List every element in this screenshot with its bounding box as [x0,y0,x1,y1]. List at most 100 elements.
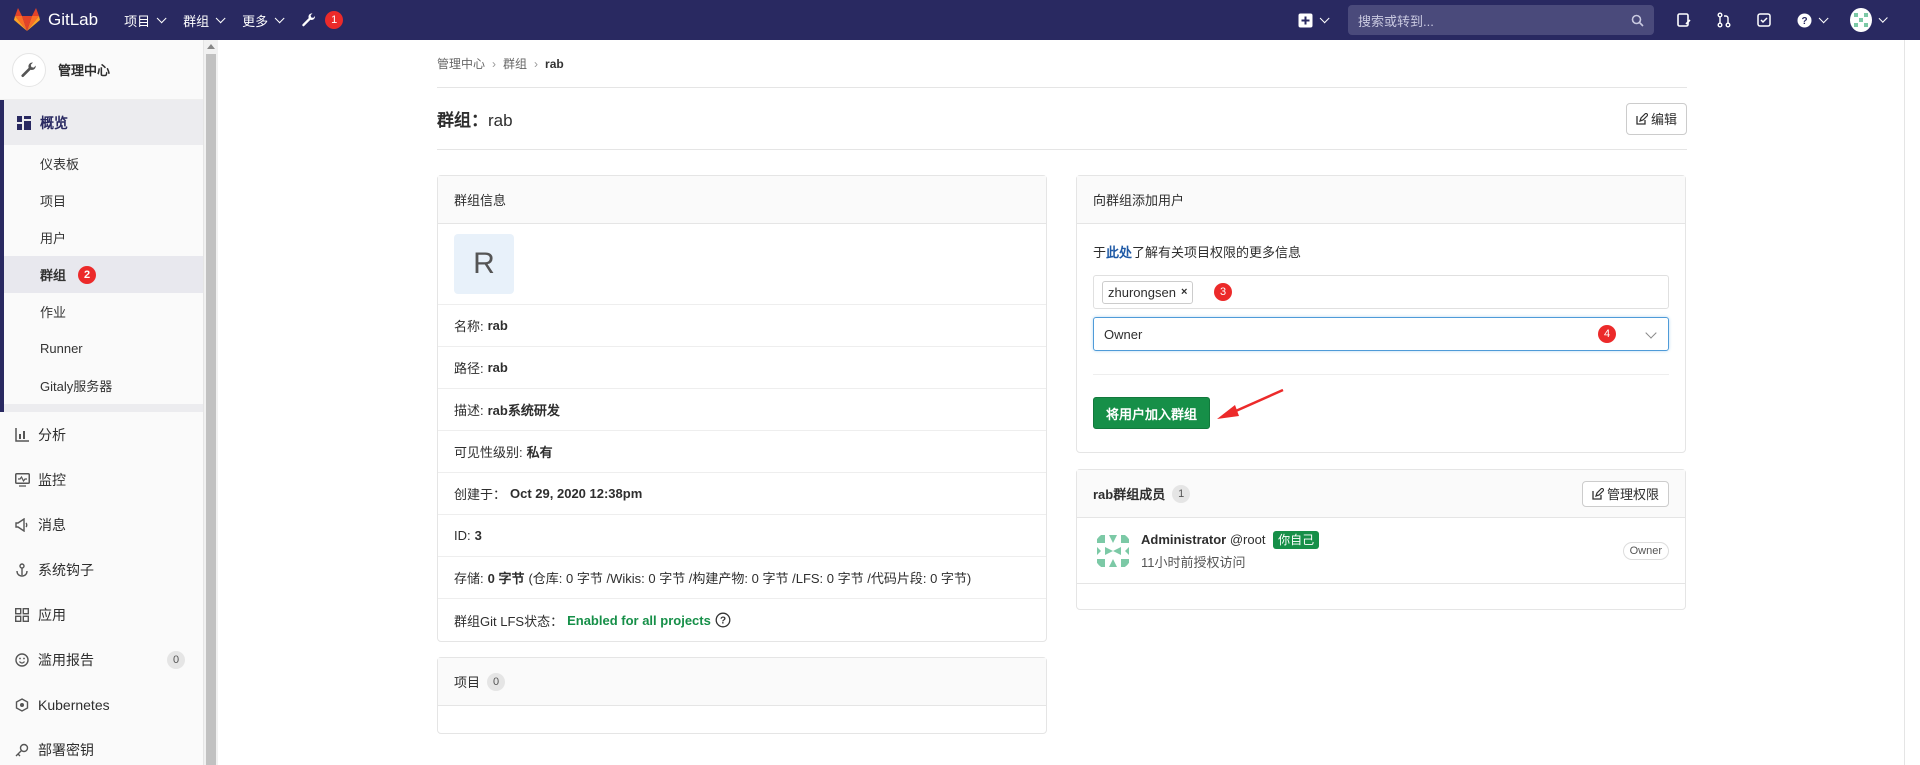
todos-nav-link[interactable] [1756,12,1772,28]
gitlab-logo[interactable]: GitLab [14,8,98,32]
admin-avatar [12,52,46,87]
issues-nav-link[interactable] [1676,12,1692,28]
info-value: 私有 [526,445,553,460]
info-label: 群组Git LFS状态： [454,613,564,629]
brand-name: GitLab [48,10,99,29]
sidebar-item-groups[interactable]: 群组 2 [4,256,203,293]
sidebar-item-label: 滥用报告 [38,651,94,668]
sidebar-item-dashboard[interactable]: 仪表板 [4,145,203,182]
sidebar-item-monitoring[interactable]: 监控 [0,457,203,502]
breadcrumb-current[interactable]: rab [545,57,564,71]
sidebar-item-abuse-reports[interactable]: 滥用报告 0 [0,637,203,682]
help-dropdown[interactable]: ? [1796,12,1829,28]
you-badge: 你自己 [1273,530,1320,549]
sidebar-item-jobs[interactable]: 作业 [4,293,203,330]
info-value: rab系统研发 [487,403,560,418]
help-icon: ? [1797,13,1812,27]
svg-text:?: ? [720,616,726,627]
sidebar-item-messages[interactable]: 消息 [0,502,203,547]
edit-button[interactable]: 编辑 [1625,102,1687,135]
info-row-path: 路径: rab [438,347,1046,389]
sidebar-item-label: 概览 [40,114,68,131]
avatar[interactable] [1093,530,1133,571]
access-level-select[interactable]: Owner 4 [1093,317,1669,351]
remove-token-icon[interactable]: × [1181,286,1187,298]
question-circle-icon[interactable]: ? [715,612,731,628]
sidebar-item-deploy-keys[interactable]: 部署密钥 [0,727,203,765]
info-suffix: 了解有关项目权限的更多信息 [1132,245,1302,260]
sidebar-item-label: 仪表板 [40,157,80,172]
new-dropdown[interactable] [1298,12,1330,28]
permissions-info-text: 于此处了解有关项目权限的更多信息 [1093,242,1669,261]
sidebar-item-overview[interactable]: 概览 [4,100,203,145]
sidebar-header[interactable]: 管理中心 [0,40,203,100]
search-input[interactable]: 搜索或转到... [1348,5,1654,35]
user-search-field[interactable]: zhurongsen × 3 [1093,275,1669,309]
search-icon [1631,14,1644,27]
card-header: 向群组添加用户 [1077,176,1685,224]
wrench-icon [302,13,316,27]
nav-more-dropdown[interactable]: 更多 [242,11,285,30]
sidebar-item-gitaly[interactable]: Gitaly服务器 [4,367,203,404]
projects-card-title: 项目 [454,675,481,690]
annotation-badge-2: 2 [78,265,97,284]
page-header: 群组：rab 编辑 [437,88,1687,150]
member-row: Administrator @root 你自己 11小时前授权访问 Owner [1077,518,1685,584]
info-label: 创建于： [454,487,507,502]
grid-icon [14,607,30,623]
sidebar-title: 管理中心 [58,63,111,78]
member-name[interactable]: Administrator [1141,532,1226,547]
merge-request-icon [1717,12,1731,28]
admin-area-link[interactable]: 1 [301,11,344,29]
nav-menu: 项目 群组 更多 1 [124,11,363,30]
add-user-form: 于此处了解有关项目权限的更多信息 zhurongsen × 3 Owner 4 … [1077,224,1685,445]
info-value: rab [487,318,508,333]
permissions-help-link[interactable]: 此处 [1106,245,1132,260]
manage-permissions-button[interactable]: 管理权限 [1581,480,1669,507]
member-name-line: Administrator @root 你自己 [1141,530,1320,549]
breadcrumb-separator-icon: › [492,56,497,71]
sidebar-item-analytics[interactable]: 分析 [0,412,203,457]
group-avatar-row: R [438,234,1046,305]
edit-button-label: 编辑 [1650,112,1677,127]
merge-requests-nav-link[interactable] [1716,12,1732,28]
add-to-group-button[interactable]: 将用户加入群组 [1093,397,1211,429]
nav-groups-dropdown[interactable]: 群组 [183,11,226,30]
breadcrumb-admin-link[interactable]: 管理中心 [437,55,485,72]
sidebar-item-kubernetes[interactable]: Kubernetes [0,682,203,727]
member-info: Administrator @root 你自己 11小时前授权访问 [1141,530,1320,571]
group-avatar: R [454,234,514,294]
manage-permissions-label: 管理权限 [1606,487,1659,502]
info-value: rab [487,360,508,375]
info-label: 名称: [454,319,484,334]
breadcrumb: 管理中心 › 群组 › rab [437,40,1687,88]
sidebar-scrollbar-thumb[interactable] [206,54,216,765]
sidebar-item-applications[interactable]: 应用 [0,592,203,637]
sidebar-item-users[interactable]: 用户 [4,219,203,256]
sidebar-item-label: 消息 [38,516,66,533]
nav-more-label: 更多 [242,13,269,29]
sidebar-item-projects[interactable]: 项目 [4,182,203,219]
sidebar-item-label: 系统钩子 [38,561,94,578]
info-value: 0 字节 [487,571,525,586]
page-title: 群组：rab [437,106,513,131]
sidebar-item-system-hooks[interactable]: 系统钩子 [0,547,203,592]
overview-grid-icon [16,115,32,131]
members-card-title: rab群组成员 [1093,487,1166,502]
members-count-badge: 1 [1172,484,1191,503]
identicon-icon [1853,13,1868,27]
breadcrumb-groups-link[interactable]: 群组 [503,55,527,72]
nav-projects-dropdown[interactable]: 项目 [124,11,167,30]
card-header: rab群组成员 1 管理权限 [1077,470,1685,518]
sidebar-item-runners[interactable]: Runner [4,330,203,367]
top-navbar: GitLab 项目 群组 更多 1 搜索或转到... ? [0,0,1920,40]
info-label: 可见性级别: [454,445,523,460]
chart-icon [14,427,30,443]
checkbox-todo-icon [1757,13,1771,27]
sidebar-item-label: 群组 [40,268,67,283]
page-scrollbar[interactable] [1904,40,1920,765]
info-row-visibility: 可见性级别: 私有 [438,431,1046,473]
chevron-down-icon [215,12,226,23]
user-menu-dropdown[interactable] [1850,8,1888,32]
scroll-up-arrow-icon[interactable] [207,44,215,49]
